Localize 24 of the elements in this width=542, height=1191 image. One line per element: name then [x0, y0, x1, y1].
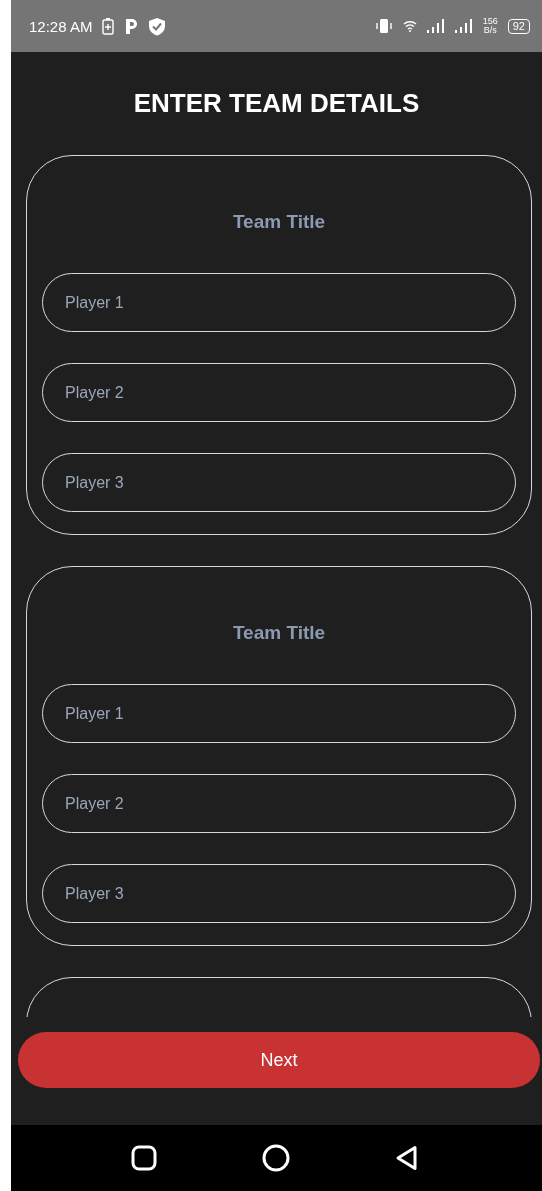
- player-input-field[interactable]: Player 1: [42, 684, 516, 743]
- page-title: ENTER TEAM DETAILS: [133, 88, 420, 119]
- recents-icon[interactable]: [130, 1145, 157, 1171]
- battery-level: 92: [507, 18, 530, 34]
- vibrate-icon: [374, 18, 393, 34]
- back-icon[interactable]: [394, 1145, 419, 1171]
- network-speed-unit: B/s: [483, 26, 497, 35]
- signal-icon: [454, 19, 473, 33]
- wifi-icon: [402, 20, 417, 32]
- player-input-field[interactable]: Player 3: [42, 453, 516, 512]
- status-time: 12:28 AM: [29, 17, 93, 35]
- battery-plus-icon: [102, 17, 115, 35]
- p-logo-icon: [124, 17, 139, 35]
- home-icon[interactable]: [261, 1144, 290, 1172]
- player-input-field[interactable]: Player 2: [42, 774, 516, 833]
- network-speed: 156: [482, 17, 498, 26]
- team-title: Team Title: [232, 621, 326, 645]
- player-input-field[interactable]: Player 2: [42, 363, 516, 422]
- shield-check-icon: [148, 16, 167, 36]
- player-input-field[interactable]: Player 1: [42, 273, 516, 332]
- team-title: Team Title: [232, 210, 326, 234]
- signal-icon: [426, 19, 445, 33]
- next-button[interactable]: Next: [18, 1032, 540, 1088]
- player-input-field[interactable]: Player 3: [42, 864, 516, 923]
